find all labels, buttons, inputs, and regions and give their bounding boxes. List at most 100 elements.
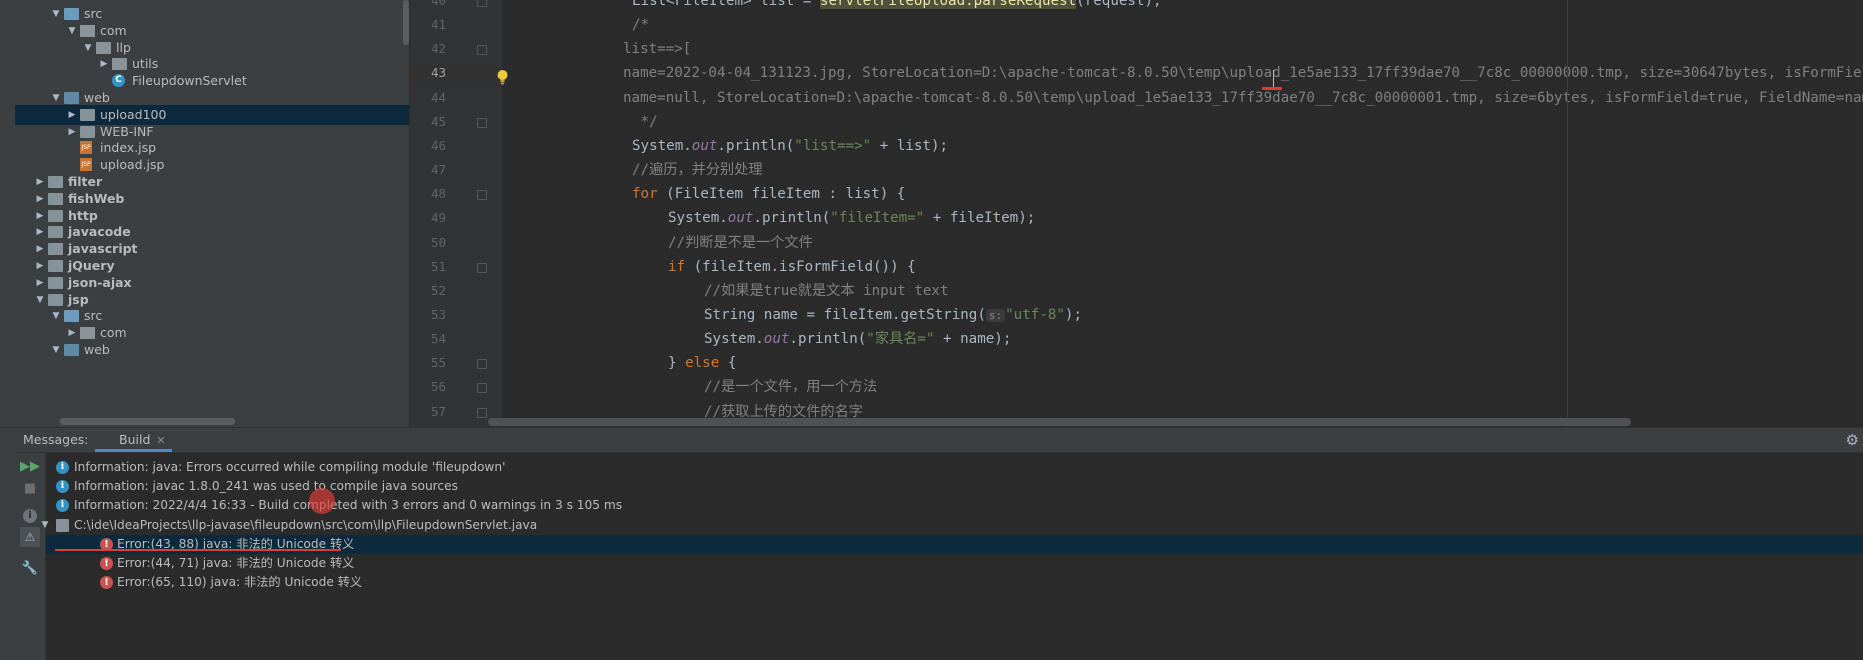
- code-line: for (FileItem fileItem : list) {: [632, 182, 905, 206]
- module-folder-icon: [48, 277, 63, 289]
- module-folder-icon: [48, 260, 63, 272]
- tree-item-label: web: [84, 342, 110, 357]
- message-text: Information: javac 1.8.0_241 was used to…: [74, 479, 458, 494]
- code-token: "家具名=": [866, 331, 935, 348]
- code-editor[interactable]: List<FileItem> list = servletFileUpload.…: [502, 0, 1863, 427]
- message-text: C:\ide\IdeaProjects\llp-javase\fileupdow…: [74, 517, 538, 532]
- line-number: 45: [430, 113, 446, 129]
- line-number: 48: [430, 186, 446, 202]
- module-folder-icon: [48, 243, 63, 255]
- messages-label: Messages:: [23, 432, 89, 447]
- stop-icon[interactable]: ■: [20, 479, 40, 499]
- fold-marker-icon[interactable]: [477, 262, 487, 273]
- code-line: List<FileItem> list = servletFileUpload.…: [632, 0, 1162, 13]
- project-tree-horizontal-scrollbar[interactable]: [60, 418, 235, 425]
- code-line: System.out.println("list==>" + list);: [632, 134, 948, 158]
- code-line: System.out.println("家具名=" + name);: [704, 327, 1011, 351]
- code-token: System.: [704, 331, 764, 348]
- folder-icon: [80, 126, 95, 138]
- code-token: (request);: [1076, 0, 1162, 9]
- code-line: //如果是true就是文本 input text: [704, 279, 949, 303]
- code-token: else: [685, 355, 728, 372]
- fold-marker-icon[interactable]: [477, 407, 487, 418]
- web-folder-icon: [64, 92, 79, 104]
- info-message-row[interactable]: i Information: java: Errors occurred whil…: [46, 458, 1863, 477]
- line-number: 49: [430, 210, 446, 226]
- chevron-down-icon[interactable]: ▼: [40, 516, 50, 536]
- code-token: String name = fileItem.getString(: [704, 306, 986, 323]
- code-token: }: [668, 355, 686, 372]
- code-token: (FileItem fileItem : list) {: [666, 186, 906, 203]
- line-number: 53: [430, 306, 446, 322]
- line-number: 56: [430, 379, 446, 395]
- line-number: 40: [430, 0, 446, 8]
- messages-toolbar: ▶▶ ■ i ⚠ 🔧: [15, 453, 46, 660]
- error-message-row[interactable]: ! Error:(44, 71) java: 非法的 Unicode 转义: [46, 554, 1863, 573]
- module-folder-icon: [48, 294, 63, 306]
- code-line: String name = fileItem.getString(s: "utf-…: [704, 303, 1082, 327]
- show-info-toggle[interactable]: i: [20, 505, 40, 525]
- tab-build[interactable]: Build ✕: [95, 428, 172, 452]
- mouse-cursor-indicator: [309, 488, 335, 514]
- line-number: 54: [430, 331, 446, 347]
- file-message-row[interactable]: ▼ C:\ide\IdeaProjects\llp-javase\fileupdo…: [42, 516, 1863, 535]
- module-folder-icon: [48, 193, 63, 205]
- code-token: name=null, StoreLocation=D:\apache-tomca…: [623, 89, 1863, 106]
- code-token: list==>[: [623, 41, 692, 58]
- code-token: (fileItem.isFormField()) {: [693, 258, 916, 275]
- code-line: name=2022-04-04_131123.jpg, StoreLocatio…: [623, 61, 1863, 85]
- line-number: 46: [430, 137, 446, 153]
- code-line: } else {: [668, 351, 736, 375]
- gear-icon[interactable]: ⚙: [1846, 431, 1859, 449]
- package-icon: [80, 327, 95, 339]
- rerun-icon[interactable]: ▶▶: [20, 457, 40, 477]
- code-token: /*: [632, 17, 650, 34]
- line-number: 43: [430, 65, 446, 81]
- package-icon: [80, 25, 95, 37]
- package-icon: [96, 42, 111, 54]
- code-token: .println(: [717, 137, 795, 154]
- error-icon: !: [100, 576, 113, 590]
- fold-marker-icon[interactable]: [477, 0, 487, 7]
- lightbulb-icon[interactable]: [496, 69, 509, 85]
- text-caret: [1273, 70, 1274, 87]
- fold-marker-icon[interactable]: [477, 117, 487, 128]
- fold-marker-icon[interactable]: [477, 383, 487, 394]
- messages-tab-bar: Messages: Build ✕ ⚙: [15, 428, 1863, 453]
- fold-marker-icon[interactable]: [477, 190, 487, 201]
- chevron-down-icon[interactable]: ▼: [51, 340, 61, 360]
- message-text: Information: 2022/4/4 16:33 - Build comp…: [74, 498, 623, 513]
- code-line: if (fileItem.isFormField()) {: [668, 255, 916, 279]
- line-number: 41: [430, 17, 446, 33]
- error-icon: !: [100, 557, 113, 570]
- left-tool-strip: [0, 0, 16, 660]
- error-message-row[interactable]: ! Error:(65, 110) java: 非法的 Unicode 转义: [46, 573, 1863, 592]
- line-number: 55: [430, 355, 446, 371]
- right-margin-guide: [1567, 0, 1568, 427]
- code-line: /*: [632, 13, 649, 37]
- wrench-icon[interactable]: 🔧: [20, 559, 40, 579]
- code-token: out: [763, 331, 790, 348]
- close-icon[interactable]: ✕: [156, 434, 165, 447]
- code-token: //判断是不是一个文件: [668, 234, 813, 251]
- editor-horizontal-scrollbar[interactable]: [488, 418, 1631, 426]
- code-token: "list==>": [794, 137, 872, 154]
- parameter-hint: s:: [985, 308, 1006, 322]
- error-underline-annotation: [55, 549, 341, 551]
- java-file-icon: [56, 518, 69, 532]
- info-icon: i: [56, 499, 69, 513]
- code-token: out: [727, 210, 754, 227]
- code-token: List<FileItem> list =: [632, 0, 820, 9]
- messages-list: i Information: java: Errors occurred whil…: [42, 453, 1863, 660]
- module-folder-icon: [48, 210, 63, 222]
- line-number: 50: [430, 234, 446, 250]
- project-tree-vertical-scrollbar[interactable]: [403, 0, 409, 45]
- line-number: 44: [430, 89, 446, 105]
- info-icon: i: [56, 480, 69, 494]
- show-warnings-toggle[interactable]: ⚠: [20, 527, 40, 547]
- folder-icon: [80, 109, 95, 121]
- fold-marker-icon[interactable]: [477, 359, 487, 370]
- code-token: */: [632, 113, 658, 130]
- fold-marker-icon[interactable]: [477, 45, 487, 56]
- tree-item[interactable]: ▼ web: [15, 340, 409, 360]
